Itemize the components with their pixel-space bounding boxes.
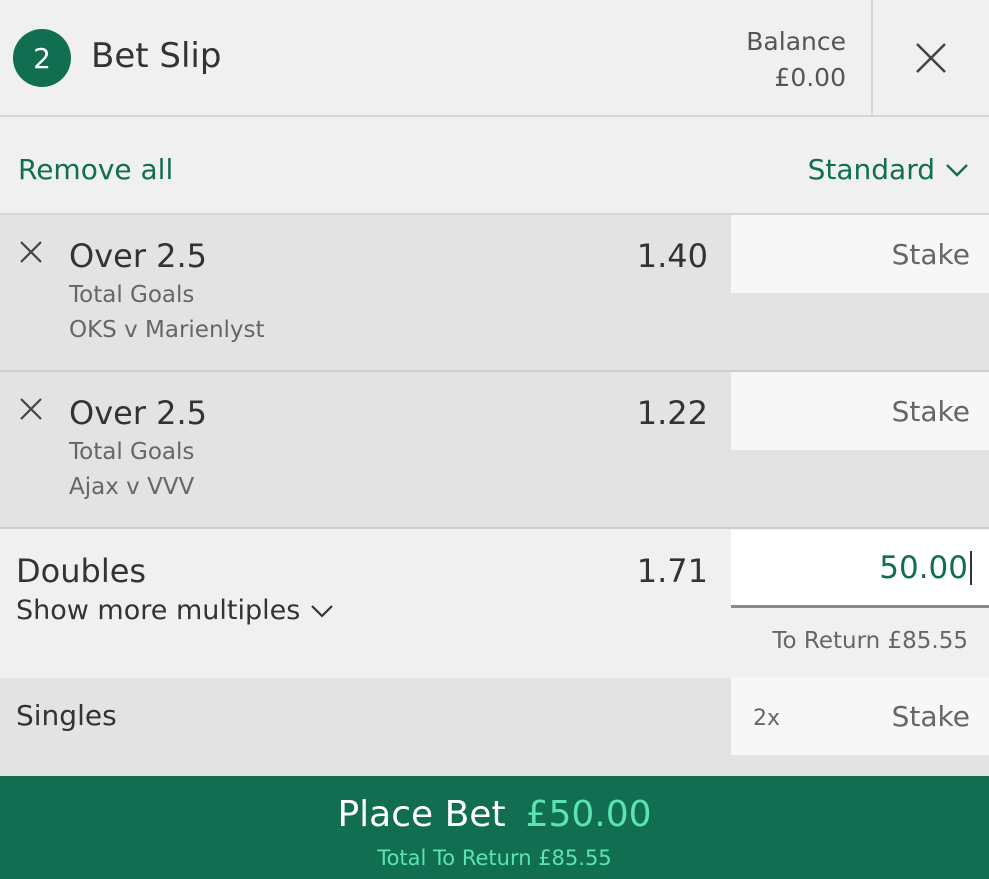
selection-count-badge: 2 bbox=[13, 29, 71, 87]
doubles-stake-input[interactable]: 50.00 bbox=[731, 530, 989, 608]
place-bet-amount: £50.00 bbox=[525, 794, 652, 835]
balance-display: Balance £0.00 bbox=[746, 24, 846, 96]
chevron-down-icon bbox=[946, 163, 968, 177]
selection-item: Over 2.5 Total Goals OKS v Marienlyst 1.… bbox=[0, 215, 989, 372]
singles-section: Singles 2x Stake bbox=[0, 678, 989, 776]
selection-market: Total Goals bbox=[69, 439, 195, 465]
singles-stake-input[interactable]: 2x Stake bbox=[731, 678, 989, 755]
remove-all-button[interactable]: Remove all bbox=[18, 153, 173, 186]
balance-value: £0.00 bbox=[774, 63, 846, 92]
doubles-to-return: To Return £85.55 bbox=[772, 628, 968, 654]
remove-selection-icon bbox=[20, 241, 42, 263]
singles-multiplier: 2x bbox=[753, 706, 781, 731]
close-icon bbox=[916, 42, 946, 73]
remove-selection-icon bbox=[20, 398, 42, 420]
show-more-label: Show more multiples bbox=[16, 595, 301, 626]
selection-event: OKS v Marienlyst bbox=[69, 317, 265, 343]
betslip-toolbar: Remove all Standard bbox=[0, 117, 989, 215]
singles-label: Singles bbox=[16, 699, 117, 732]
show-more-multiples-button[interactable]: Show more multiples bbox=[16, 595, 334, 626]
place-bet-button[interactable]: Place Bet £50.00 Total To Return £85.55 bbox=[0, 776, 989, 879]
selection-name: Over 2.5 bbox=[69, 237, 208, 275]
betslip-header: 2 Bet Slip Balance £0.00 bbox=[0, 0, 989, 117]
selection-event: Ajax v VVV bbox=[69, 474, 195, 500]
doubles-label: Doubles bbox=[16, 552, 147, 590]
place-bet-main: Place Bet £50.00 bbox=[0, 794, 989, 835]
bet-type-dropdown[interactable]: Standard bbox=[808, 153, 969, 186]
close-button[interactable] bbox=[873, 0, 989, 115]
page-title: Bet Slip bbox=[91, 36, 222, 76]
balance-label: Balance bbox=[746, 27, 846, 56]
selection-odds: 1.22 bbox=[636, 394, 708, 432]
doubles-stake-value: 50.00 bbox=[879, 549, 968, 586]
chevron-down-icon bbox=[311, 604, 334, 618]
bet-type-label: Standard bbox=[807, 153, 935, 186]
selection-odds: 1.40 bbox=[636, 237, 708, 275]
total-to-return: Total To Return £85.55 bbox=[377, 846, 612, 870]
remove-selection-button[interactable] bbox=[14, 235, 48, 269]
stake-input[interactable]: Stake bbox=[731, 372, 989, 450]
doubles-section: Doubles Show more multiples 1.71 50.00 T… bbox=[0, 530, 989, 678]
stake-input[interactable]: Stake bbox=[731, 215, 989, 293]
remove-selection-button[interactable] bbox=[14, 392, 48, 426]
doubles-odds: 1.71 bbox=[636, 552, 708, 590]
selection-item: Over 2.5 Total Goals Ajax v VVV 1.22 Sta… bbox=[0, 372, 989, 529]
singles-stake-placeholder: Stake bbox=[891, 700, 970, 733]
place-bet-label: Place Bet bbox=[337, 794, 506, 835]
selection-market: Total Goals bbox=[69, 282, 195, 308]
text-caret bbox=[970, 550, 972, 585]
selection-name: Over 2.5 bbox=[69, 394, 208, 432]
